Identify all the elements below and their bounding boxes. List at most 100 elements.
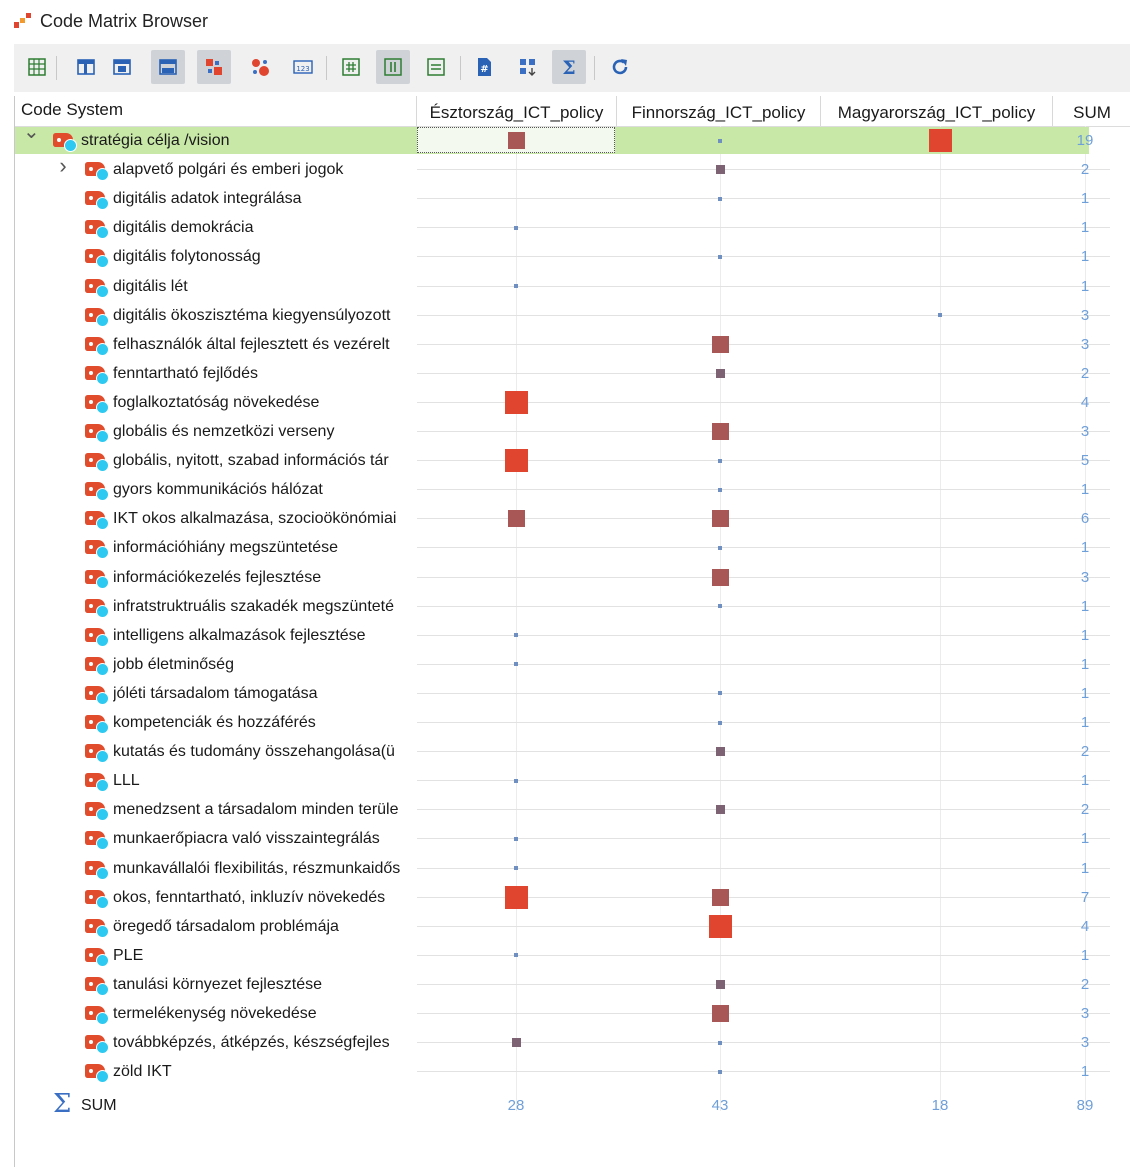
code-row[interactable]: okos, fenntartható, inkluzív növekedés 7	[15, 883, 1130, 912]
code-row[interactable]: zöld IKT 1	[15, 1057, 1130, 1086]
matrix-cell-symbol-estonia[interactable]	[504, 449, 528, 473]
matrix-cell-symbol-finland[interactable]	[718, 720, 722, 725]
matrix-cell-symbol-finland[interactable]	[718, 458, 722, 463]
rows-button[interactable]	[419, 50, 453, 84]
matrix-cell-symbol-finland[interactable]	[715, 368, 725, 378]
layout-middle-button[interactable]	[105, 50, 139, 84]
matrix-cell-symbol-finland[interactable]	[711, 568, 729, 586]
matrix-cell-symbol-estonia[interactable]	[514, 284, 518, 288]
code-row-root[interactable]: ⌄ stratégia célja /vision 19	[15, 122, 1130, 155]
hash-grid-button[interactable]	[334, 50, 368, 84]
code-row[interactable]: PLE 1	[15, 941, 1130, 970]
matrix-cell-symbol-estonia[interactable]	[514, 225, 518, 230]
matrix-cell-symbol-estonia[interactable]	[507, 510, 525, 528]
header-code-system[interactable]: Code System	[15, 96, 417, 126]
matrix-cell-symbol-finland[interactable]	[718, 1040, 722, 1045]
code-row[interactable]: foglalkoztatóság növekedése 4	[15, 388, 1130, 417]
columns-button[interactable]	[376, 50, 410, 84]
code-row[interactable]: menedzsent a társadalom minden terüle 2	[15, 795, 1130, 824]
code-row[interactable]: kutatás és tudomány összehangolása(ü 2	[15, 737, 1130, 766]
refresh-button[interactable]	[603, 50, 637, 84]
row-guide-line	[417, 983, 1110, 985]
matrix-cell-symbol-hungary[interactable]	[928, 129, 952, 152]
matrix-cell-symbol-finland[interactable]	[718, 254, 722, 259]
matrix-cell-symbol-finland[interactable]	[711, 888, 729, 906]
circles-symbol-button[interactable]	[243, 50, 277, 84]
matrix-cell-symbol-finland[interactable]	[718, 691, 722, 696]
matrix-cell-symbol-finland[interactable]	[715, 805, 725, 815]
matrix-cell-symbol-estonia[interactable]	[514, 836, 518, 841]
matrix-cell-symbol-estonia[interactable]	[514, 866, 518, 870]
matrix-cell-symbol-estonia[interactable]	[514, 633, 518, 638]
code-label: tanulási környezet fejlesztése	[113, 975, 322, 993]
code-row[interactable]: jobb életminőség 1	[15, 650, 1130, 679]
matrix-cell-symbol-finland[interactable]	[718, 604, 722, 609]
matrix-cell-symbol-finland[interactable]	[711, 423, 729, 440]
code-row[interactable]: fenntartható fejlődés 2	[15, 359, 1130, 388]
code-row[interactable]: termelékenység növekedése 3	[15, 999, 1130, 1028]
header-sum[interactable]: SUM	[1053, 96, 1130, 126]
matrix-cell-symbol-estonia[interactable]	[507, 132, 525, 149]
code-row[interactable]: digitális folytonosság 1	[15, 242, 1130, 271]
code-row[interactable]: digitális lét 1	[15, 272, 1130, 301]
row-sum: 1	[1080, 655, 1090, 673]
code-row[interactable]: öregedő társadalom problémája 4	[15, 912, 1130, 941]
expand-chevron-icon[interactable]: ›	[55, 155, 71, 177]
matrix-cell-symbol-finland[interactable]	[715, 747, 725, 757]
code-row[interactable]: intelligens alkalmazások fejlesztése 1	[15, 621, 1130, 650]
code-row[interactable]: globális és nemzetközi verseny 3	[15, 417, 1130, 446]
code-row[interactable]: jóléti társadalom támogatása 1	[15, 679, 1130, 708]
code-row[interactable]: tanulási környezet fejlesztése 2	[15, 970, 1130, 999]
code-label: öregedő társadalom problémája	[113, 917, 339, 935]
matrix-cell-symbol-estonia[interactable]	[514, 778, 518, 783]
matrix-cell-symbol-estonia[interactable]	[514, 662, 518, 667]
code-row[interactable]: információhiány megszüntetése 1	[15, 533, 1130, 562]
code-row[interactable]: felhasználók által fejlesztett és vezére…	[15, 330, 1130, 359]
matrix-cell-symbol-finland[interactable]	[711, 335, 729, 353]
header-doc-finland[interactable]: Finnország_ICT_policy	[617, 96, 821, 126]
matrix-cell-symbol-finland[interactable]	[708, 914, 732, 938]
matrix-cell-symbol-estonia[interactable]	[504, 390, 528, 414]
collapse-chevron-icon[interactable]: ⌄	[23, 122, 40, 142]
code-row[interactable]: LLL 1	[15, 766, 1130, 795]
header-doc-estonia[interactable]: Észtország_ICT_policy	[417, 96, 617, 126]
code-label: információkezelés fejlesztése	[113, 568, 322, 586]
sigma-button[interactable]: Σ	[552, 50, 586, 84]
numbers-123-button[interactable]: 123	[286, 50, 320, 84]
code-row[interactable]: továbbképzés, átképzés, készségfejles 3	[15, 1028, 1130, 1057]
code-row[interactable]: globális, nyitott, szabad információs tá…	[15, 446, 1130, 475]
header-doc-hungary[interactable]: Magyarország_ICT_policy	[821, 96, 1053, 126]
code-row[interactable]: információkezelés fejlesztése 3	[15, 563, 1130, 592]
matrix-cell-symbol-estonia[interactable]	[511, 1038, 521, 1048]
code-row[interactable]: kompetenciák és hozzáférés 1	[15, 708, 1130, 737]
grid-button[interactable]	[20, 50, 54, 84]
matrix-cell-symbol-finland[interactable]	[711, 510, 729, 528]
layout-top-button[interactable]	[69, 50, 103, 84]
layout-bottom-button[interactable]	[151, 50, 185, 84]
matrix-cell-symbol-estonia[interactable]	[514, 953, 518, 958]
matrix-cell-symbol-finland[interactable]	[718, 196, 722, 201]
code-row[interactable]: digitális ökoszisztéma kiegyensúlyozott 3	[15, 301, 1130, 330]
matrix-cell-symbol-finland[interactable]	[718, 1069, 722, 1074]
matrix-cell-symbol-finland[interactable]	[718, 487, 722, 492]
matrix-cell-symbol-finland[interactable]	[715, 165, 725, 175]
code-row[interactable]: gyors kommunikációs hálózat 1	[15, 475, 1130, 504]
matrix-cell-symbol-finland[interactable]	[718, 545, 722, 550]
code-row[interactable]: munkaerőpiacra való visszaintegrálás 1	[15, 824, 1130, 853]
code-row[interactable]: munkavállalói flexibilitás, részmunkaidő…	[15, 854, 1130, 883]
row-guide-line	[417, 838, 1110, 840]
hash-document-button[interactable]: #	[467, 50, 501, 84]
matrix-cell-symbol-hungary[interactable]	[938, 313, 942, 318]
row-sum: 1	[1080, 859, 1090, 877]
code-row[interactable]: infratstruktruális szakadék megszünteté 1	[15, 592, 1130, 621]
code-row[interactable]: digitális demokrácia 1	[15, 213, 1130, 242]
matrix-cell-symbol-finland[interactable]	[711, 1005, 729, 1022]
code-row[interactable]: digitális adatok integrálása 1	[15, 184, 1130, 213]
code-row[interactable]: › alapvető polgári és emberi jogok 2	[15, 155, 1130, 184]
matrix-cell-symbol-estonia[interactable]	[504, 885, 528, 909]
matrix-sort-button[interactable]	[511, 50, 545, 84]
matrix-cell-symbol-finland[interactable]	[718, 138, 722, 143]
code-row[interactable]: IKT okos alkalmazása, szocioökönómiai 6	[15, 504, 1130, 533]
squares-symbol-button[interactable]	[197, 50, 231, 84]
matrix-cell-symbol-finland[interactable]	[715, 979, 725, 989]
